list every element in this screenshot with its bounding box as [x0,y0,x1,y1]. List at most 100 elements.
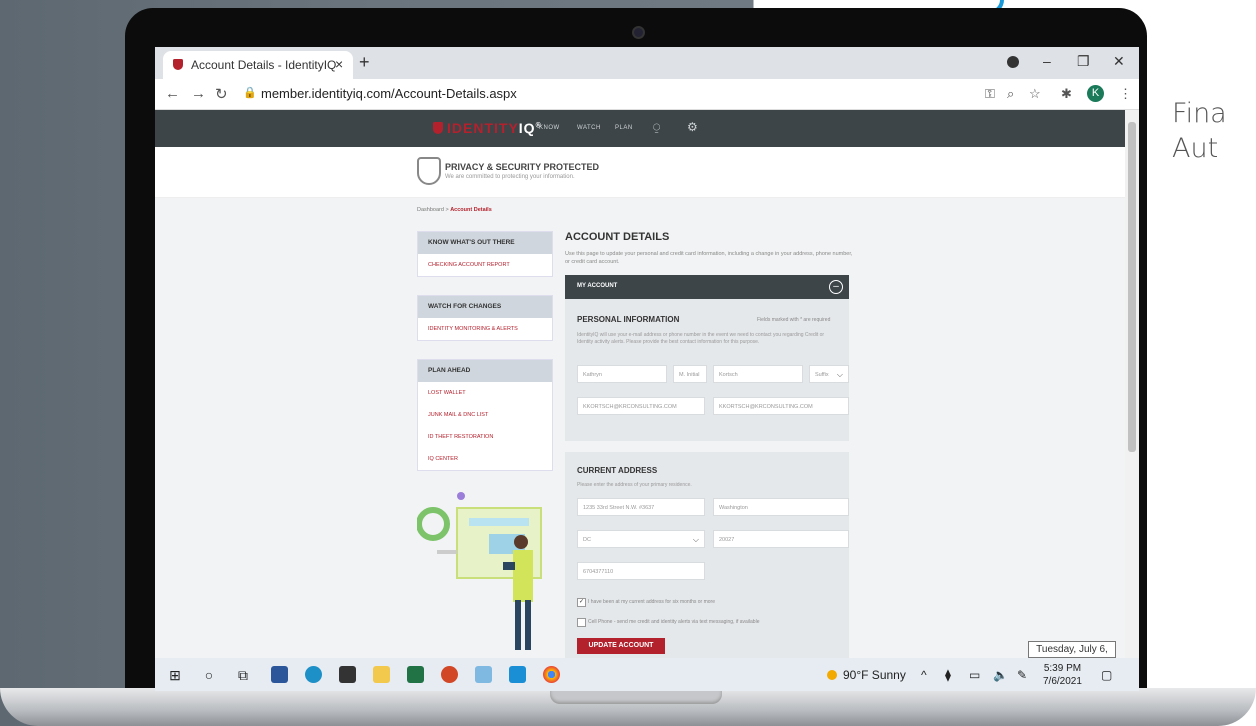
search-circle-icon[interactable]: ○ [201,667,217,683]
pen-icon[interactable]: ✎ [1017,668,1027,682]
file-explorer-icon[interactable] [373,666,390,683]
privacy-shield-icon [417,157,441,185]
reload-icon[interactable]: ↻ [215,85,228,103]
state-value: DC [583,537,591,543]
minimize-button[interactable]: – [1043,53,1051,69]
restore-button[interactable]: ❐ [1077,53,1090,70]
tray-chevron-icon[interactable]: ^ [921,668,927,682]
logo-brand-text: IDENTITY [447,120,519,136]
last-name-field[interactable]: Kortsch [713,365,803,383]
close-window-button[interactable]: ✕ [1113,53,1125,70]
logo-iq-text: IQ [518,120,536,136]
identityiq-favicon-icon [173,59,183,70]
sidebar-plan-section: PLAN AHEAD LOST WALLET JUNK MAIL & DNC L… [417,359,553,471]
calculator-icon[interactable] [509,666,526,683]
forward-arrow-icon[interactable]: → [191,85,206,102]
clock[interactable]: 5:39 PM 7/6/2021 [1043,662,1082,688]
identityiq-logo[interactable]: IDENTITYIQ® [433,120,542,136]
page-title: ACCOUNT DETAILS [565,231,670,243]
browser-toolbar: ← → ↻ 🔒 member.identityiq.com/Account-De… [155,79,1139,110]
sidebar-item-lost-wallet[interactable]: LOST WALLET [418,382,552,404]
six-months-label: I have been at my current address for si… [588,599,715,605]
nav-watch[interactable]: WATCH [577,125,601,131]
screen: Account Details - IdentityIQ × + – ❐ ✕ ←… [155,47,1139,691]
task-view-icon[interactable]: ⧉ [235,667,251,683]
sidebar-heading-plan: PLAN AHEAD [418,360,552,382]
settings-gear-icon[interactable]: ⚙ [687,120,698,134]
address-description: Please enter the address of your primary… [577,482,692,488]
sidebar-heading-watch: WATCH FOR CHANGES [418,296,552,318]
browser-tab[interactable]: Account Details - IdentityIQ × [163,51,353,79]
personal-info-title: PERSONAL INFORMATION [577,315,680,324]
battery-icon[interactable]: ▭ [969,668,980,682]
windows-start-icon[interactable]: ⊞ [167,667,183,683]
zoom-icon[interactable]: ⌕ [1007,86,1014,102]
sun-icon [827,670,837,680]
new-tab-button[interactable]: + [359,52,370,73]
city-field[interactable]: Washington [713,498,849,516]
notifications-icon[interactable]: ▢ [1101,668,1112,682]
my-account-header[interactable]: MY ACCOUNT – [565,275,849,299]
street-field[interactable]: 1235 33rd Street N.W. #3637 [577,498,705,516]
extensions-icon[interactable]: ✱ [1061,86,1072,102]
page-scrollbar[interactable] [1125,110,1139,658]
middle-initial-field[interactable]: M. Initial [673,365,707,383]
edge-browser-icon[interactable] [305,666,322,683]
address-bar[interactable]: 🔒 member.identityiq.com/Account-Details.… [237,83,987,105]
word-app-icon[interactable] [271,666,288,683]
sidebar-item-checking-report[interactable]: CHECKING ACCOUNT REPORT [418,254,552,276]
chrome-app-icon[interactable] [543,666,560,683]
clock-date: 7/6/2021 [1043,676,1082,687]
collapse-icon[interactable]: – [829,280,843,294]
first-name-field[interactable]: Kathryn [577,365,667,383]
volume-muted-icon[interactable]: 🔈 [993,668,1008,682]
powerpoint-app-icon[interactable] [441,666,458,683]
store-icon[interactable] [339,666,356,683]
sidebar-know-section: KNOW WHAT'S OUT THERE CHECKING ACCOUNT R… [417,231,553,277]
cell-alerts-checkbox[interactable] [577,618,586,627]
profile-menu-icon[interactable] [1007,56,1019,68]
dropbox-icon[interactable]: ⧫ [945,668,951,682]
webcam-icon [632,26,645,39]
menu-kebab-icon[interactable]: ⋮ [1119,86,1132,102]
weather-text: 90°F Sunny [843,668,906,682]
state-select[interactable]: DC ⌵ [577,530,705,548]
sidebar-item-id-theft[interactable]: ID THEFT RESTORATION [418,426,552,448]
alerts-bell-icon[interactable]: ⍜ [653,120,660,135]
bookmark-star-icon[interactable]: ☆ [1029,86,1041,102]
confirm-email-field[interactable]: KKORTSCH@KRCONSULTING.COM [713,397,849,415]
six-months-checkbox[interactable]: ✓ [577,598,586,607]
privacy-banner: PRIVACY & SECURITY PROTECTED We are comm… [155,147,1125,198]
suffix-select[interactable]: Suffix ⌵ [809,365,849,383]
profile-avatar[interactable]: K [1087,85,1104,102]
chevron-down-icon: ⌵ [836,370,843,379]
web-page: IDENTITYIQ® KNOW WATCH PLAN ⍜ ⚙ PRIVACY … [155,110,1125,658]
breadcrumb-current: Account Details [450,207,492,213]
sidebar-item-monitoring[interactable]: IDENTITY MONITORING & ALERTS [418,318,552,340]
breadcrumb-home[interactable]: Dashboard [417,207,444,213]
excel-app-icon[interactable] [407,666,424,683]
tab-close-icon[interactable]: × [335,56,343,72]
address-title: CURRENT ADDRESS [577,466,658,475]
phone-field[interactable]: 6704377110 [577,562,705,580]
scrollbar-thumb[interactable] [1128,122,1136,452]
nav-know[interactable]: KNOW [539,125,560,131]
url-text: member.identityiq.com/Account-Details.as… [261,86,517,101]
snipping-tool-icon[interactable] [475,666,492,683]
sidebar-item-junk-mail[interactable]: JUNK MAIL & DNC LIST [418,404,552,426]
zip-field[interactable]: 20027 [713,530,849,548]
date-tooltip: Tuesday, July 6, 2021 [1028,641,1116,670]
weather-widget[interactable]: 90°F Sunny [827,668,906,682]
chevron-down-icon: ⌵ [692,535,699,544]
update-account-button[interactable]: UPDATE ACCOUNT [577,638,665,654]
my-account-label: MY ACCOUNT [577,283,618,289]
slide-text-line2: Aut [1172,133,1219,164]
clock-time: 5:39 PM [1043,663,1082,674]
slide-text-line1: Fina [1172,98,1227,129]
nav-plan[interactable]: PLAN [615,125,633,131]
back-arrow-icon[interactable]: ← [165,85,180,102]
key-icon[interactable]: ⚿ [985,86,995,102]
logo-shield-icon [433,122,443,134]
sidebar-item-iq-center[interactable]: IQ CENTER [418,448,552,470]
email-field[interactable]: KKORTSCH@KRCONSULTING.COM [577,397,705,415]
